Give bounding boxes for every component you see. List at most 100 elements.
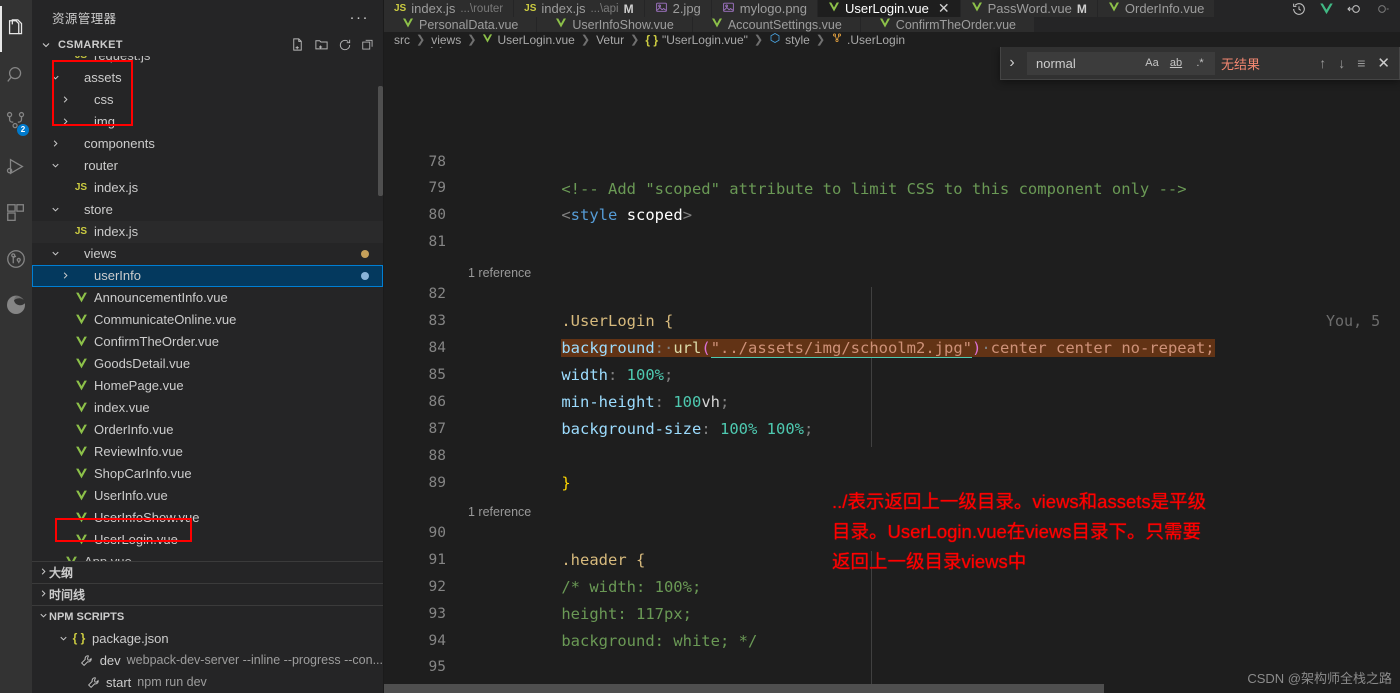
activity-browser-preview[interactable] bbox=[0, 282, 32, 328]
tree-file-request-js[interactable]: JS request.js bbox=[32, 56, 383, 67]
tree-file-userinfoshow-vue[interactable]: UserInfoShow.vue bbox=[32, 507, 383, 529]
tab-index-js[interactable]: JS index.js ...\router bbox=[384, 0, 515, 17]
breadcrumb-label: style bbox=[785, 32, 810, 47]
js-file-icon: JS bbox=[524, 3, 537, 14]
tree-folder-css[interactable]: css bbox=[32, 89, 383, 111]
npm-script-dev[interactable]: dev webpack-dev-server --inline --progres… bbox=[32, 649, 383, 671]
breadcrumb-separator: ❯ bbox=[630, 34, 640, 46]
tab-accountsettings-vue[interactable]: AccountSettings.vue bbox=[692, 17, 861, 32]
breadcrumb-item-UserLogin.vue[interactable]: UserLogin.vue bbox=[482, 33, 575, 47]
new-folder-icon[interactable] bbox=[314, 37, 329, 52]
collapse-all-icon[interactable] bbox=[361, 38, 375, 52]
tree-folder-store[interactable]: store bbox=[32, 199, 383, 221]
tree-file-shopcarinfo-vue[interactable]: ShopCarInfo.vue bbox=[32, 463, 383, 485]
tree-file-goodsdetail-vue[interactable]: GoodsDetail.vue bbox=[32, 353, 383, 375]
split-left-icon[interactable] bbox=[1346, 1, 1362, 17]
breadcrumb-item-.UserLogin[interactable]: .UserLogin bbox=[831, 32, 905, 47]
find-toggle-replace-icon[interactable]: › bbox=[1003, 54, 1021, 72]
tree-file-userlogin-vue[interactable]: UserLogin.vue bbox=[32, 529, 383, 551]
tab-2-jpg[interactable]: 2.jpg bbox=[644, 0, 712, 17]
tab-close-icon[interactable]: ✕ bbox=[938, 0, 950, 17]
breadcrumb[interactable]: src ❯ views ❯ UserLogin.vue ❯ Vetur ❯ { } "UserLo… bbox=[384, 32, 1400, 47]
find-close-button[interactable]: ✕ bbox=[1374, 54, 1393, 72]
use-regex-icon[interactable]: .* bbox=[1190, 54, 1210, 73]
tab-index-js[interactable]: JS index.js ...\api M bbox=[514, 0, 645, 17]
tree-file-index-vue[interactable]: index.vue bbox=[32, 397, 383, 419]
tree-item-label: store bbox=[84, 202, 113, 218]
find-in-selection-button[interactable]: ≡ bbox=[1354, 55, 1368, 71]
tree-folder-userinfo[interactable]: userInfo bbox=[32, 264, 383, 287]
tree-item-label: ConfirmTheOrder.vue bbox=[94, 334, 219, 350]
find-previous-button[interactable]: ↑ bbox=[1316, 55, 1329, 71]
breadcrumb-item-views[interactable]: views bbox=[431, 33, 461, 47]
activity-extensions[interactable] bbox=[0, 190, 32, 236]
match-case-icon[interactable]: Aa bbox=[1142, 54, 1162, 73]
find-widget[interactable]: › normal Aa ab .* 无结果 ↑ ↓ ≡ ✕ bbox=[1000, 47, 1400, 80]
activity-source-control[interactable]: 2 bbox=[0, 98, 32, 144]
tab-password-vue[interactable]: PassWord.vue M bbox=[960, 0, 1098, 17]
tree-file-orderinfo-vue[interactable]: OrderInfo.vue bbox=[32, 419, 383, 441]
npm-script-start[interactable]: start npm run dev bbox=[32, 671, 383, 693]
tree-folder-img[interactable]: img bbox=[32, 111, 383, 133]
tree-file-index-js[interactable]: JS index.js bbox=[32, 220, 383, 243]
breadcrumb-item-UserLogin.vue[interactable]: { } "UserLogin.vue" bbox=[645, 33, 748, 47]
tab-personaldata-vue[interactable]: PersonalData.vue bbox=[384, 17, 538, 32]
code-viewport[interactable]: 77 78 79 80 81 82 83 84 85 86 87 88 89 9… bbox=[384, 47, 1400, 693]
find-input-value[interactable]: normal bbox=[1036, 56, 1138, 71]
sidebar-more-actions-button[interactable]: ··· bbox=[350, 9, 376, 26]
new-file-icon[interactable] bbox=[290, 37, 305, 52]
tree-folder-assets[interactable]: assets bbox=[32, 67, 383, 89]
tree-folder-components[interactable]: components bbox=[32, 133, 383, 155]
tree-item-label: request.js bbox=[94, 55, 151, 64]
tree-item-label: views bbox=[84, 246, 117, 262]
git-graph-icon bbox=[5, 248, 27, 270]
tab-label: AccountSettings.vue bbox=[727, 17, 842, 32]
breadcrumb-item-Vetur[interactable]: Vetur bbox=[596, 33, 624, 47]
tree-item-label: App.vue bbox=[84, 554, 132, 561]
activity-run-debug[interactable] bbox=[0, 144, 32, 190]
npm-item-detail: webpack-dev-server --inline --progress -… bbox=[126, 653, 383, 667]
activity-search[interactable] bbox=[0, 52, 32, 98]
tab-userinfoshow-vue[interactable]: UserInfoShow.vue bbox=[537, 17, 693, 32]
tab-mylogo-png[interactable]: mylogo.png bbox=[711, 0, 819, 17]
refresh-icon[interactable] bbox=[338, 38, 352, 52]
tree-file-homepage-vue[interactable]: HomePage.vue bbox=[32, 375, 383, 397]
tree-file-app-vue[interactable]: App.vue bbox=[32, 551, 383, 561]
sidebar-scrollbar[interactable] bbox=[378, 85, 383, 196]
tree-file-communicateonline-vue[interactable]: CommunicateOnline.vue bbox=[32, 309, 383, 331]
tab-userlogin-vue[interactable]: UserLogin.vue ✕ bbox=[818, 0, 961, 17]
find-input[interactable]: normal Aa ab .* bbox=[1027, 51, 1215, 75]
more-actions-icon[interactable] bbox=[1374, 1, 1390, 17]
editor-horizontal-scrollbar[interactable] bbox=[384, 684, 1104, 693]
activity-explorer[interactable] bbox=[0, 6, 32, 52]
vue-logo-icon[interactable] bbox=[1319, 1, 1334, 16]
panel-时间线[interactable]: 时间线 bbox=[32, 583, 383, 605]
panel-npm-scripts[interactable]: NPM SCRIPTS bbox=[32, 605, 383, 627]
breadcrumb-icon: { } bbox=[645, 32, 658, 47]
match-whole-word-icon[interactable]: ab bbox=[1166, 54, 1186, 73]
history-icon[interactable] bbox=[1291, 1, 1307, 17]
breadcrumb-item-src[interactable]: src bbox=[394, 33, 410, 47]
tree-file-index-js[interactable]: JS index.js bbox=[32, 177, 383, 199]
tree-file-userinfo-vue[interactable]: UserInfo.vue bbox=[32, 485, 383, 507]
file-tree[interactable]: JS request.js assets css img components router… bbox=[32, 55, 383, 561]
tree-file-confirmtheorder-vue[interactable]: ConfirmTheOrder.vue bbox=[32, 331, 383, 353]
vue-file-icon bbox=[72, 291, 90, 304]
tree-folder-router[interactable]: router bbox=[32, 155, 383, 177]
npm-script-package.json[interactable]: { } package.json bbox=[32, 627, 383, 649]
find-next-button[interactable]: ↓ bbox=[1335, 55, 1348, 71]
tree-folder-views[interactable]: views bbox=[32, 243, 383, 265]
tree-file-announcementinfo-vue[interactable]: AnnouncementInfo.vue bbox=[32, 287, 383, 309]
tab-orderinfo-vue[interactable]: OrderInfo.vue bbox=[1097, 0, 1216, 17]
code-line-79: <style scoped> bbox=[561, 205, 693, 224]
panel-大纲[interactable]: 大纲 bbox=[32, 561, 383, 583]
code-token: } bbox=[561, 473, 571, 492]
editor-tabs[interactable]: JS index.js ...\router JS index.js ...\api M 2.… bbox=[384, 0, 1281, 17]
breadcrumb-item-style[interactable]: style bbox=[769, 32, 810, 47]
activity-git-graph[interactable] bbox=[0, 236, 32, 282]
tree-file-reviewinfo-vue[interactable]: ReviewInfo.vue bbox=[32, 441, 383, 463]
project-section-header[interactable]: CSMARKET bbox=[32, 34, 383, 56]
tab-modified-indicator: M bbox=[1076, 1, 1087, 16]
tab-confirmtheorder-vue[interactable]: ConfirmTheOrder.vue bbox=[860, 17, 1035, 32]
editor-tabs-overflow[interactable]: PersonalData.vue UserInfoShow.vue AccountS… bbox=[384, 17, 1400, 32]
